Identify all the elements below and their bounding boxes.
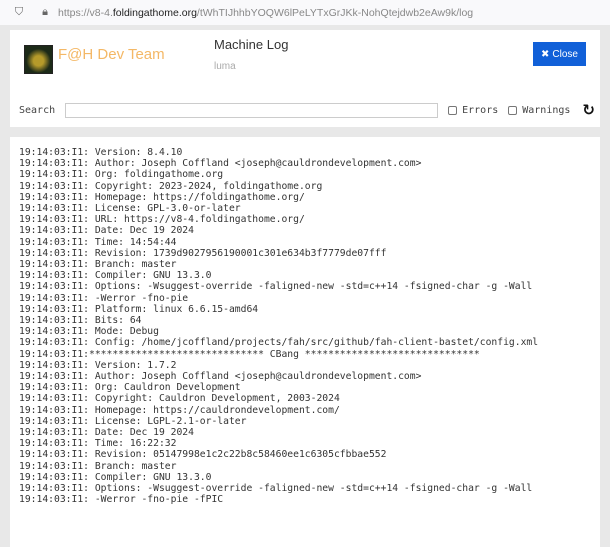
header-panel: F@H Dev Team Machine Log luma ✖ Close: [10, 30, 600, 95]
errors-checkbox[interactable]: Errors: [448, 105, 498, 116]
log-line: 19:14:03:I1: Revision: 1739d902795619000…: [19, 247, 387, 259]
log-line: 19:14:03:I1: Copyright: 2023-2024, foldi…: [19, 180, 323, 192]
log-output: 19:14:03:I1: Version: 8.4.10 19:14:03:I1:…: [10, 137, 600, 547]
log-line: 19:14:03:I1: Homepage: https://cauldrond…: [19, 404, 340, 416]
close-icon: ✖: [541, 48, 550, 60]
log-line: 19:14:03:I1:****************************…: [19, 348, 480, 360]
log-line: 19:14:03:I1: Homepage: https://foldingat…: [19, 191, 305, 203]
log-line: 19:14:03:I1: Compiler: GNU 13.3.0: [19, 471, 212, 483]
log-line: 19:14:03:I1: Version: 8.4.10: [19, 147, 183, 158]
shield-icon[interactable]: ⛉: [12, 6, 26, 19]
log-line: 19:14:03:I1: Options: -Wsuggest-override…: [19, 483, 533, 495]
warnings-checkbox[interactable]: Warnings: [508, 105, 570, 116]
log-line: 19:14:03:I1: Platform: linux 6.6.15-amd6…: [19, 303, 259, 315]
log-line: 19:14:03:I1: Org: foldingathome.org: [19, 169, 224, 181]
page-title: Machine Log: [214, 37, 289, 52]
log-line: 19:14:03:I1: Author: Joseph Coffland <jo…: [19, 371, 422, 383]
log-line: 19:14:03:I1: Mode: Debug: [19, 326, 159, 338]
search-input[interactable]: [65, 102, 439, 118]
log-line: 19:14:03:I1: URL: https://v8-4.foldingat…: [19, 214, 305, 226]
log-line: 19:14:03:I1: Author: Joseph Coffland <jo…: [19, 158, 422, 170]
log-line: 19:14:03:I1: Revision: 05147998e1c2c22b8…: [19, 449, 387, 461]
checkbox-icon[interactable]: [448, 105, 458, 115]
team-name: F@H Dev Team: [58, 46, 165, 63]
log-line: 19:14:03:I1: Options: -Wsuggest-override…: [19, 281, 533, 293]
team-logo: [24, 45, 53, 74]
log-line: 19:14:03:I1: Version: 1.7.2: [19, 359, 177, 371]
refresh-icon[interactable]: ↻: [582, 101, 595, 119]
log-line: 19:14:03:I1: License: LGPL-2.1-or-later: [19, 415, 247, 427]
log-line: 19:14:03:I1: Compiler: GNU 13.3.0: [19, 270, 212, 282]
log-line: 19:14:03:I1: Time: 14:54:44: [19, 236, 177, 248]
log-line: 19:14:03:I1: License: GPL-3.0-or-later: [19, 203, 241, 215]
log-line: 19:14:03:I1: -Werror -fno-pie: [19, 292, 189, 304]
close-button[interactable]: ✖ Close: [533, 42, 586, 66]
search-label: Search: [19, 104, 56, 116]
log-line: 19:14:03:I1: Config: /home/jcoffland/pro…: [19, 337, 539, 349]
machine-name: luma: [214, 61, 236, 72]
log-line: 19:14:03:I1: Branch: master: [19, 460, 177, 472]
log-line: 19:14:03:I1: Date: Dec 19 2024: [19, 427, 194, 439]
log-line: 19:14:03:I1: Org: Cauldron Development: [19, 382, 241, 394]
search-bar: Search Errors Warnings ↻: [10, 93, 600, 127]
log-line: 19:14:03:I1: Branch: master: [19, 259, 177, 271]
log-line: 19:14:03:I1: Date: Dec 19 2024: [19, 225, 194, 237]
lock-icon[interactable]: 🔒︎: [38, 6, 52, 19]
log-line: 19:14:03:I1: Bits: 64: [19, 315, 142, 327]
address-bar[interactable]: ⛉ 🔒︎ https://v8-4.foldingathome.org/tWhT…: [0, 0, 610, 25]
log-line: 19:14:03:I1: Time: 16:22:32: [19, 438, 177, 450]
url-text[interactable]: https://v8-4.foldingathome.org/tWhTIJhhb…: [58, 7, 473, 19]
checkbox-icon[interactable]: [508, 105, 518, 115]
log-line: 19:14:03:I1: -Werror -fno-pie -fPIC: [19, 494, 224, 506]
log-line: 19:14:03:I1: Copyright: Cauldron Develop…: [19, 393, 340, 405]
